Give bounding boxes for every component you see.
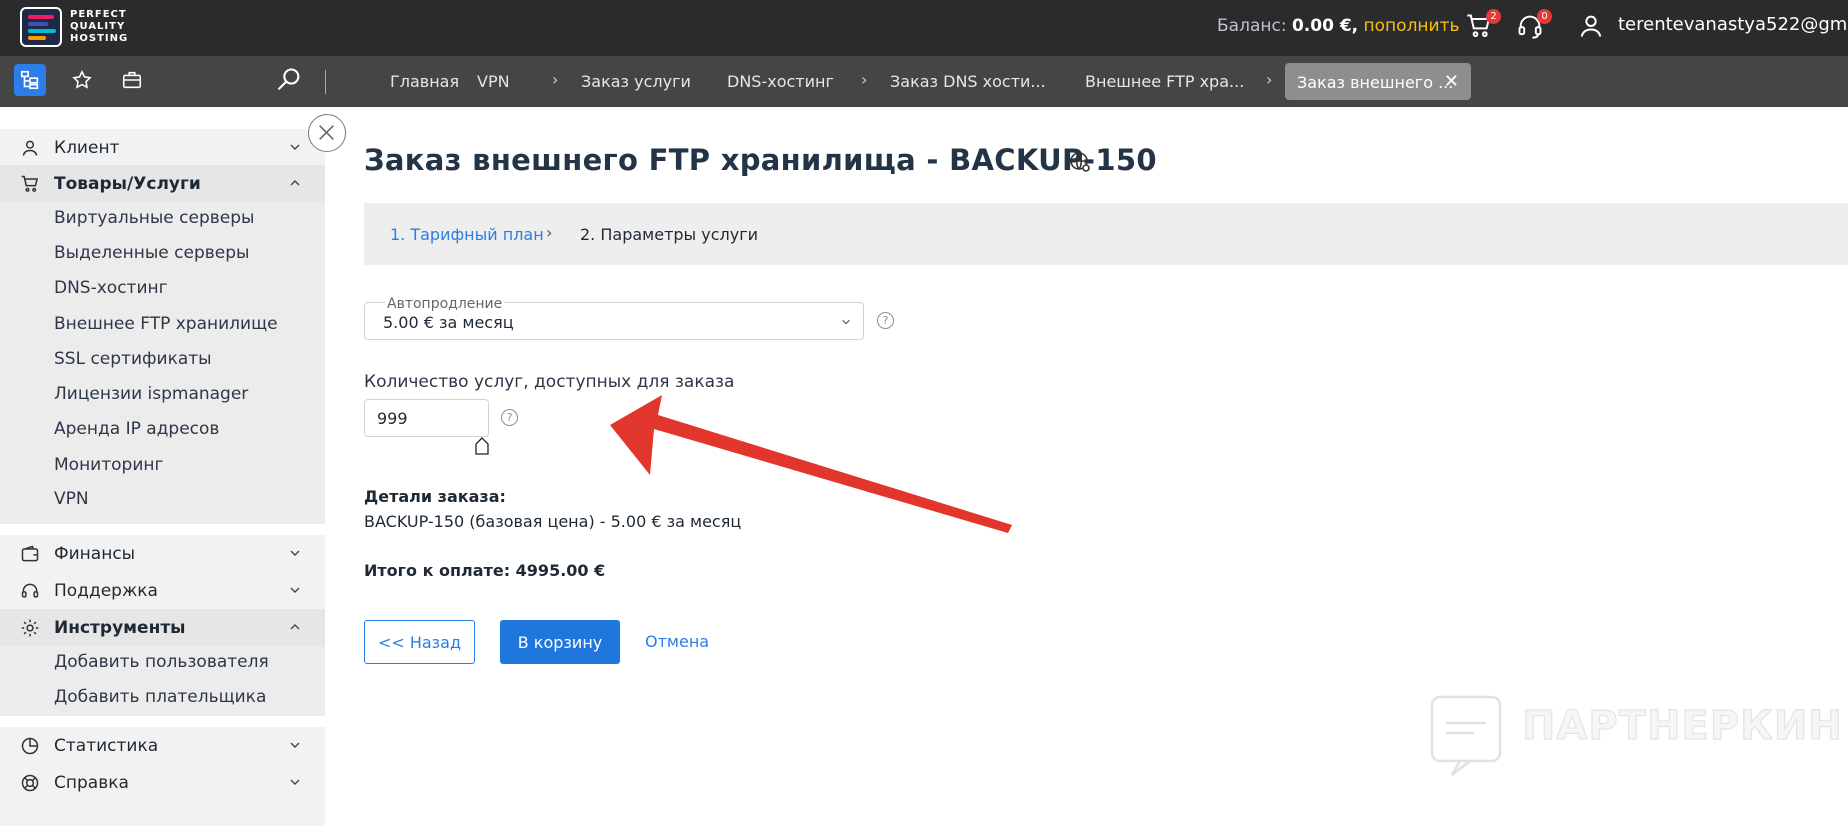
sidebar-label: Статистика <box>54 736 159 756</box>
close-icon <box>319 125 334 140</box>
order-details-heading: Детали заказа: <box>364 487 506 506</box>
search-button[interactable] <box>275 66 305 96</box>
chevron-right-icon: › <box>546 223 553 242</box>
chevron-down-icon <box>290 144 300 150</box>
sidebar-item-tools[interactable]: Инструменты <box>0 609 325 646</box>
cart-icon <box>21 175 39 192</box>
sidebar-subitem-monitoring[interactable]: Мониторинг <box>54 455 163 475</box>
logo[interactable] <box>20 7 62 47</box>
back-button[interactable]: << Назад <box>364 620 475 664</box>
breadcrumb-dns-hosting[interactable]: DNS-хостинг <box>727 72 834 91</box>
user-button[interactable] <box>1577 12 1607 42</box>
sidebar-subitem-add-payer[interactable]: Добавить плательщика <box>54 687 266 707</box>
chevron-up-icon <box>290 624 300 630</box>
sidebar-label: Справка <box>54 773 129 793</box>
autorenew-value: 5.00 € за месяц <box>383 313 514 332</box>
search-icon <box>277 68 300 91</box>
topup-link[interactable]: пополнить <box>1364 16 1460 36</box>
breadcrumb-order-dns[interactable]: Заказ DNS хости... <box>890 72 1046 91</box>
menu-tree-button[interactable] <box>14 64 46 96</box>
pie-chart-icon <box>21 737 39 755</box>
cart-badge: 2 <box>1486 9 1501 24</box>
sidebar-subitem-ftp[interactable]: Внешнее FTP хранилище <box>54 314 278 334</box>
sidebar-item-stats[interactable]: Статистика <box>0 727 325 764</box>
chevron-down-icon <box>842 319 850 325</box>
autorenew-help-icon[interactable]: ? <box>877 312 894 329</box>
sidebar-subitem-add-user[interactable]: Добавить пользователя <box>54 652 269 672</box>
balance-label: Баланс: <box>1217 16 1287 36</box>
cancel-link[interactable]: Отмена <box>645 632 709 651</box>
step-service-params: 2. Параметры услуги <box>580 225 759 244</box>
cart-button[interactable]: 2 <box>1465 9 1501 42</box>
user-icon <box>22 140 38 156</box>
sidebar-item-support[interactable]: Поддержка <box>0 572 325 609</box>
autorenew-select[interactable]: Автопродление 5.00 € за месяц <box>364 296 864 340</box>
step-tariff-plan[interactable]: 1. Тарифный план <box>390 225 544 244</box>
support-button[interactable]: 0 <box>1516 9 1552 42</box>
watermark-text: ПАРТНЕРКИН <box>1521 702 1843 749</box>
globe-icon[interactable] <box>1068 150 1092 174</box>
user-email[interactable]: terentevanastya522@gmail.c <box>1618 14 1848 35</box>
annotation-arrow <box>610 395 1012 533</box>
logo-text: PERFECT QUALITY HOSTING <box>70 9 129 44</box>
portfolio-button[interactable] <box>116 64 148 96</box>
sidebar-collapse-button[interactable] <box>308 114 346 152</box>
qty-input[interactable] <box>364 399 489 437</box>
nav-separator <box>325 70 326 94</box>
sidebar-label: Поддержка <box>54 581 158 601</box>
tab-active-label: Заказ внешнего ... <box>1297 73 1454 92</box>
chevron-up-icon <box>290 180 300 186</box>
page-title: Заказ внешнего FTP хранилища - BACKUP-15… <box>364 143 1157 177</box>
nav-bar: Главная VPN › Заказ услуги DNS-хостинг ›… <box>0 56 1848 107</box>
wallet-icon <box>21 545 39 562</box>
tree-icon <box>20 70 39 90</box>
support-badge: 0 <box>1537 9 1552 24</box>
chevron-down-icon <box>290 742 300 748</box>
sidebar-subitem-ip[interactable]: Аренда IP адресов <box>54 419 219 439</box>
sidebar-label: Клиент <box>54 138 120 158</box>
headset-icon <box>21 583 39 598</box>
sidebar-subitem-dns[interactable]: DNS-хостинг <box>54 278 168 298</box>
gear-icon <box>21 619 39 637</box>
sidebar-subitem-vps[interactable]: Виртуальные серверы <box>54 208 254 228</box>
sidebar-label: Инструменты <box>54 618 186 638</box>
user-icon <box>1580 15 1602 37</box>
sidebar-label: Финансы <box>54 544 136 564</box>
tab-active-order[interactable]: Заказ внешнего ... ✕ <box>1285 63 1471 100</box>
order-total: Итого к оплате: 4995.00 € <box>364 561 606 580</box>
sidebar-label: Товары/Услуги <box>54 174 201 194</box>
chevron-down-icon <box>290 587 300 593</box>
breadcrumb-vpn[interactable]: VPN <box>477 72 510 91</box>
breadcrumb-home[interactable]: Главная <box>390 72 459 91</box>
cursor-icon <box>475 437 489 455</box>
sidebar-item-finance[interactable]: Финансы <box>0 535 325 572</box>
chevron-down-icon <box>290 550 300 556</box>
add-to-cart-button[interactable]: В корзину <box>500 620 620 664</box>
chevron-right-icon: › <box>552 70 559 89</box>
star-icon <box>72 69 92 89</box>
autorenew-label: Автопродление <box>385 296 505 312</box>
sidebar: Клиент Товары/Услуги Виртуальные серверы… <box>0 107 325 826</box>
sidebar-subitem-ispmanager[interactable]: Лицензии ispmanager <box>54 384 248 404</box>
favorites-button[interactable] <box>66 64 98 96</box>
briefcase-icon <box>122 71 142 89</box>
balance: Баланс: 0.00 €, пополнить <box>1217 16 1460 36</box>
lifebuoy-icon <box>21 774 39 792</box>
sidebar-item-client[interactable]: Клиент <box>0 129 325 166</box>
sidebar-item-products[interactable]: Товары/Услуги <box>0 165 325 202</box>
balance-amount: 0.00 €, <box>1291 16 1359 36</box>
step-bar: 1. Тарифный план › 2. Параметры услуги <box>364 203 1848 265</box>
sidebar-subitem-dedicated[interactable]: Выделенные серверы <box>54 243 249 263</box>
sidebar-subitem-ssl[interactable]: SSL сертификаты <box>54 349 212 369</box>
qty-help-icon[interactable]: ? <box>501 409 518 426</box>
top-bar: PERFECT QUALITY HOSTING Баланс: 0.00 €, … <box>0 0 1848 56</box>
breadcrumb-ftp-storage[interactable]: Внешнее FTP хра... <box>1085 72 1244 91</box>
close-icon[interactable]: ✕ <box>1444 71 1459 92</box>
breadcrumb-order-service[interactable]: Заказ услуги <box>581 72 691 91</box>
chevron-down-icon <box>290 779 300 785</box>
chevron-right-icon: › <box>861 70 868 89</box>
chevron-right-icon: › <box>1266 70 1273 89</box>
sidebar-item-help[interactable]: Справка <box>0 764 325 801</box>
sidebar-subitem-vpn[interactable]: VPN <box>54 489 89 509</box>
